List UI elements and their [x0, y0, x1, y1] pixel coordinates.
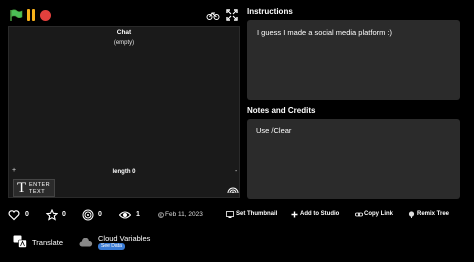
enter-text-button[interactable]: T ENTER TEXT — [13, 179, 55, 197]
copyright-icon — [158, 212, 164, 218]
link-icon — [355, 212, 363, 217]
views-count: 1 — [136, 211, 140, 218]
notes-text: Use /Clear — [256, 126, 292, 135]
enter-text-line1: ENTER — [29, 182, 51, 188]
notes-heading: Notes and Credits — [247, 106, 316, 115]
chat-length: length 0 — [112, 169, 136, 175]
share-date: Feb 11, 2023 — [165, 211, 203, 218]
chat-empty-text: (empty) — [113, 40, 135, 46]
heart-icon[interactable] — [8, 209, 20, 221]
star-icon[interactable] — [46, 209, 58, 221]
instructions-heading: Instructions — [247, 7, 293, 16]
copy-link-button[interactable]: Copy Link — [364, 211, 393, 217]
remix-tree-icon — [408, 211, 415, 218]
fullscreen-icon[interactable] — [226, 9, 238, 21]
cloud-icon — [79, 238, 93, 247]
translate-icon[interactable] — [13, 235, 27, 248]
pause-icon[interactable] — [26, 9, 36, 21]
loves-count: 0 — [25, 211, 29, 218]
add-icon — [291, 211, 298, 218]
translate-label[interactable]: Translate — [32, 238, 63, 247]
thumbnail-icon — [226, 211, 234, 218]
instructions-text: I guess I made a social media platform :… — [257, 28, 393, 37]
eye-icon — [119, 211, 131, 219]
set-thumbnail-button[interactable]: Set Thumbnail — [236, 211, 277, 217]
project-stage[interactable]: Chat (empty) + length 0 - T ENTER TEXT — [8, 26, 240, 198]
enter-text-t: T — [17, 180, 27, 196]
chat-title: Chat — [116, 29, 132, 36]
favorites-count: 0 — [62, 211, 66, 218]
green-flag-icon[interactable] — [9, 9, 23, 21]
add-to-studio-button[interactable]: Add to Studio — [300, 211, 339, 217]
see-data-button[interactable]: See Data — [98, 243, 125, 250]
chat-minus[interactable]: - — [235, 168, 237, 175]
signal-icon[interactable] — [227, 184, 239, 194]
turbo-mode-icon[interactable] — [206, 9, 220, 21]
enter-text-line2: TEXT — [29, 189, 46, 195]
notes-box[interactable]: Use /Clear — [247, 119, 460, 199]
remix-tree-button[interactable]: Remix Tree — [417, 211, 449, 217]
instructions-box[interactable]: I guess I made a social media platform :… — [247, 20, 460, 100]
remix-icon — [82, 209, 94, 221]
stop-icon[interactable] — [40, 10, 51, 21]
remixes-count: 0 — [98, 211, 102, 218]
cloud-variables-label: Cloud Variables — [98, 234, 151, 243]
